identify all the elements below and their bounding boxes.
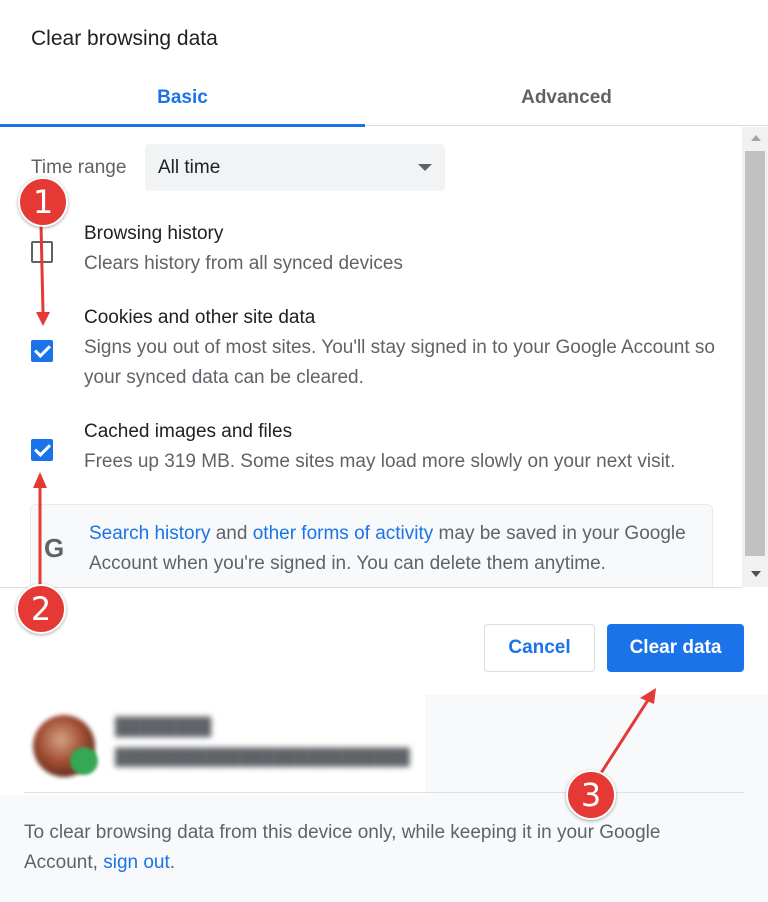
footer-divider <box>0 587 742 588</box>
sync-badge-icon <box>70 747 98 775</box>
clear-data-button[interactable]: Clear data <box>607 624 744 672</box>
scroll-up-arrow-icon[interactable] <box>751 135 761 141</box>
account-divider <box>24 792 744 793</box>
google-activity-notice: G Search history and other forms of acti… <box>30 504 713 587</box>
tab-bar: Basic Advanced <box>0 70 768 127</box>
annotation-marker-1: 1 <box>18 177 68 227</box>
annotation-marker-2: 2 <box>16 584 66 634</box>
account-name-blurred: ████████ <box>115 717 212 736</box>
signout-notice-end: . <box>169 852 176 873</box>
scroll-down-arrow-icon[interactable] <box>751 571 761 577</box>
dialog-content: Time range All time Browsing history Cle… <box>0 127 740 587</box>
content-scrollbar[interactable] <box>742 127 768 587</box>
account-info: ████████ ██████████████████████████ <box>0 695 425 795</box>
annotation-marker-3: 3 <box>566 770 616 820</box>
other-activity-link[interactable]: other forms of activity <box>253 523 434 544</box>
search-history-link[interactable]: Search history <box>89 523 210 544</box>
cached-images-checkbox[interactable] <box>31 439 53 461</box>
dialog-title: Clear browsing data <box>31 27 218 50</box>
cookies-checkbox[interactable] <box>31 340 53 362</box>
signout-notice: To clear browsing data from this device … <box>24 818 734 878</box>
time-range-select[interactable]: All time <box>145 144 445 191</box>
account-email-blurred: ██████████████████████████ <box>115 749 410 766</box>
option-description: Frees up 319 MB. Some sites may load mor… <box>84 451 676 472</box>
time-range-label: Time range <box>31 157 127 178</box>
dropdown-caret-icon <box>418 164 432 171</box>
scroll-thumb[interactable] <box>745 151 765 556</box>
sign-out-link[interactable]: sign out <box>103 852 170 873</box>
option-title: Cached images and files <box>84 421 293 442</box>
notice-text-part: and <box>210 523 253 544</box>
tab-basic[interactable]: Basic <box>0 70 365 127</box>
tab-advanced[interactable]: Advanced <box>384 70 749 125</box>
google-icon: G <box>44 533 65 563</box>
google-notice-text: Search history and other forms of activi… <box>89 519 709 579</box>
cancel-button[interactable]: Cancel <box>484 624 595 672</box>
clear-browsing-data-dialog: Clear browsing data Basic Advanced Time … <box>0 0 768 902</box>
option-title: Cookies and other site data <box>84 307 316 328</box>
option-description: Signs you out of most sites. You'll stay… <box>84 337 715 388</box>
time-range-value: All time <box>158 156 221 178</box>
option-title: Browsing history <box>84 223 224 244</box>
browsing-history-checkbox[interactable] <box>31 241 53 263</box>
account-section: ████████ ██████████████████████████ To c… <box>0 695 768 902</box>
option-description: Clears history from all synced devices <box>84 253 403 274</box>
